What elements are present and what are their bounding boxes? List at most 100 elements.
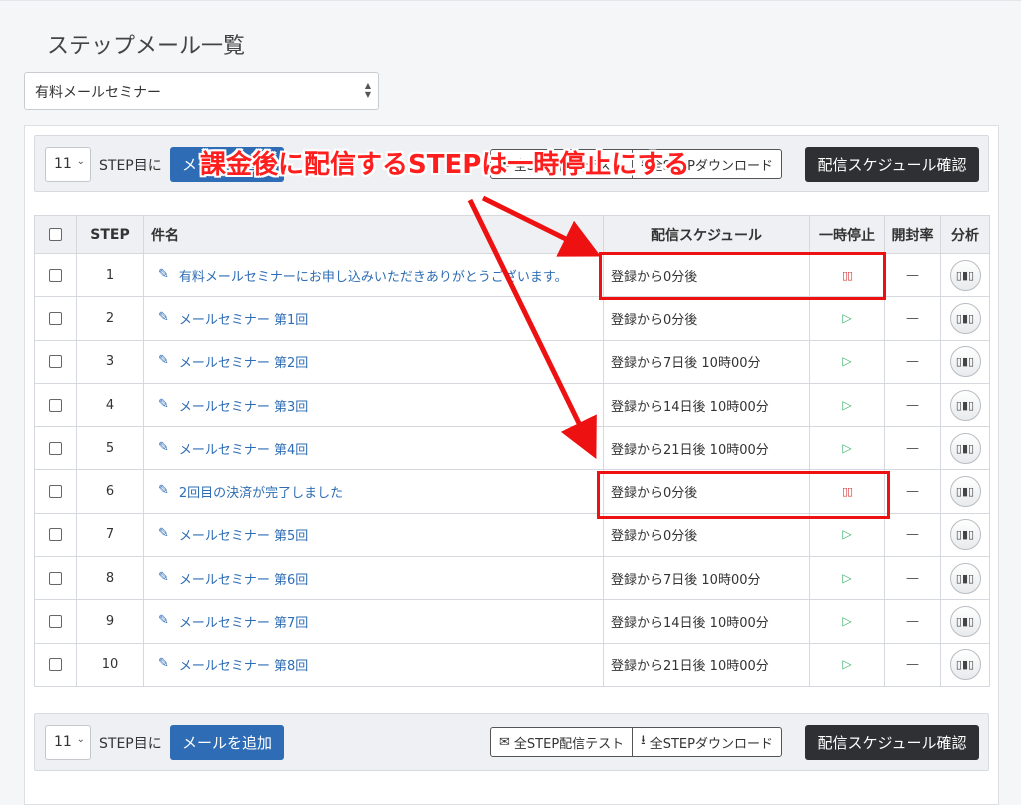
subject-cell: ✎ メールセミナー 第5回 (143, 512, 604, 558)
step-position-select[interactable]: 11 ⌄ (45, 725, 91, 760)
open-rate-value: — (906, 484, 919, 500)
subject-link[interactable]: メールセミナー 第4回 (179, 443, 308, 458)
subject-cell: ✎ メールセミナー 第7回 (143, 599, 604, 644)
bar-chart-icon[interactable]: ▯▮▯ (949, 649, 981, 681)
subject-cell: ✎ メールセミナー 第2回 (143, 339, 604, 384)
col-open-rate: 開封率 (884, 215, 941, 254)
pencil-icon[interactable]: ✎ (158, 397, 169, 412)
subject-link[interactable]: メールセミナー 第7回 (179, 616, 308, 631)
subject-link[interactable]: 有料メールセミナーにお申し込みいただきありがとうございます。 (179, 270, 568, 285)
bar-chart-icon[interactable]: ▯▮▯ (949, 519, 981, 551)
play-icon[interactable]: ▷ (842, 527, 851, 541)
subject-link[interactable]: 2回目の決済が完了しました (179, 486, 343, 501)
page-title: ステップメール一覧 (47, 34, 246, 59)
schedule-cell: 登録から14日後 10時00分 (603, 382, 810, 428)
row-select-cell (34, 296, 77, 341)
play-icon[interactable]: ▷ (842, 657, 851, 671)
pause-toggle-cell: ▷ (809, 599, 885, 644)
step-number: 1 (76, 252, 144, 298)
play-icon[interactable]: ▷ (842, 311, 851, 325)
course-select-value: 有料メールセミナー (35, 85, 161, 101)
open-rate-value: — (906, 267, 919, 283)
row-select-cell (34, 512, 77, 558)
row-checkbox[interactable] (49, 615, 62, 629)
analysis-cell: ▯▮▯ (940, 296, 990, 341)
step-number: 3 (76, 339, 144, 384)
download-all-button[interactable]: ⭳ 全STEPダウンロード (632, 728, 781, 756)
play-icon[interactable]: ▷ (842, 441, 851, 455)
analysis-cell: ▯▮▯ (940, 469, 990, 514)
pencil-icon[interactable]: ✎ (158, 353, 169, 368)
schedule-confirm-button[interactable]: 配信スケジュール確認 (805, 725, 979, 760)
pencil-icon[interactable]: ✎ (158, 310, 169, 325)
step-number: 10 (76, 642, 144, 687)
play-icon[interactable]: ▷ (842, 614, 851, 628)
subject-cell: ✎ メールセミナー 第6回 (143, 556, 604, 601)
subject-link[interactable]: メールセミナー 第5回 (179, 529, 308, 544)
select-all-checkbox[interactable] (49, 228, 62, 241)
schedule-confirm-button[interactable]: 配信スケジュール確認 (805, 147, 979, 182)
bar-chart-icon[interactable]: ▯▮▯ (949, 476, 981, 508)
subject-link[interactable]: メールセミナー 第6回 (179, 573, 308, 588)
pencil-icon[interactable]: ✎ (158, 440, 169, 455)
pencil-icon[interactable]: ✎ (158, 267, 169, 282)
step-position-select[interactable]: 11 ⌄ (45, 147, 91, 182)
row-select-cell (34, 642, 77, 687)
analysis-cell: ▯▮▯ (940, 556, 990, 601)
pencil-icon[interactable]: ✎ (158, 656, 169, 671)
subject-link[interactable]: メールセミナー 第1回 (179, 313, 308, 328)
row-select-cell (34, 426, 77, 471)
row-checkbox[interactable] (49, 311, 62, 325)
bar-chart-icon[interactable]: ▯▮▯ (949, 259, 981, 291)
add-mail-button[interactable]: メールを追加 (170, 725, 284, 760)
pencil-icon[interactable]: ✎ (158, 483, 169, 498)
row-select-cell (34, 339, 77, 384)
pencil-icon[interactable]: ✎ (158, 526, 169, 541)
row-checkbox[interactable] (49, 485, 62, 499)
analysis-cell: ▯▮▯ (940, 642, 990, 687)
schedule-cell: 登録から7日後 10時00分 (603, 339, 810, 384)
download-icon: ⭳ (641, 733, 646, 748)
row-checkbox[interactable] (49, 398, 62, 412)
bar-chart-icon[interactable]: ▯▮▯ (949, 562, 981, 594)
row-checkbox[interactable] (49, 441, 62, 455)
highlight-step1-schedule (599, 252, 886, 300)
play-icon[interactable]: ▷ (842, 354, 851, 368)
open-rate-value: — (906, 570, 919, 586)
col-schedule: 配信スケジュール (603, 215, 810, 254)
course-select[interactable]: 有料メールセミナー ▲ ▼ (24, 72, 379, 110)
bar-chart-icon[interactable]: ▯▮▯ (949, 302, 981, 334)
chevron-down-icon: ⌄ (76, 156, 85, 167)
bar-chart-icon[interactable]: ▯▮▯ (949, 606, 981, 638)
subject-link[interactable]: メールセミナー 第3回 (179, 400, 308, 415)
row-checkbox[interactable] (49, 658, 62, 672)
play-icon[interactable]: ▷ (842, 571, 851, 585)
subject-cell: ✎ メールセミナー 第1回 (143, 296, 604, 341)
step-number: 2 (76, 296, 144, 341)
bar-chart-icon[interactable]: ▯▮▯ (949, 346, 981, 378)
row-checkbox[interactable] (49, 268, 62, 282)
step-number: 6 (76, 469, 144, 514)
subject-link[interactable]: メールセミナー 第8回 (179, 659, 308, 674)
open-rate-cell: — (884, 512, 941, 558)
pencil-icon[interactable]: ✎ (158, 613, 169, 628)
pause-toggle-cell: ▷ (809, 512, 885, 558)
bar-chart-icon[interactable]: ▯▮▯ (949, 389, 981, 421)
open-rate-value: — (906, 397, 919, 413)
subject-link[interactable]: メールセミナー 第2回 (179, 356, 308, 371)
bar-chart-icon[interactable]: ▯▮▯ (949, 432, 981, 464)
col-step: STEP (76, 215, 144, 254)
subject-cell: ✎ 有料メールセミナーにお申し込みいただきありがとうございます。 (143, 252, 604, 298)
pause-toggle-cell: ▷ (809, 296, 885, 341)
open-rate-cell: — (884, 382, 941, 428)
row-checkbox[interactable] (49, 528, 62, 542)
test-all-button[interactable]: ✉ 全STEP配信テスト (491, 728, 632, 756)
pencil-icon[interactable]: ✎ (158, 570, 169, 585)
step-position-value: 11 (54, 734, 72, 750)
step-position-label: STEP目に (99, 736, 162, 752)
row-checkbox[interactable] (49, 571, 62, 585)
play-icon[interactable]: ▷ (842, 398, 851, 412)
open-rate-value: — (906, 440, 919, 456)
open-rate-cell: — (884, 642, 941, 687)
row-checkbox[interactable] (49, 355, 62, 369)
